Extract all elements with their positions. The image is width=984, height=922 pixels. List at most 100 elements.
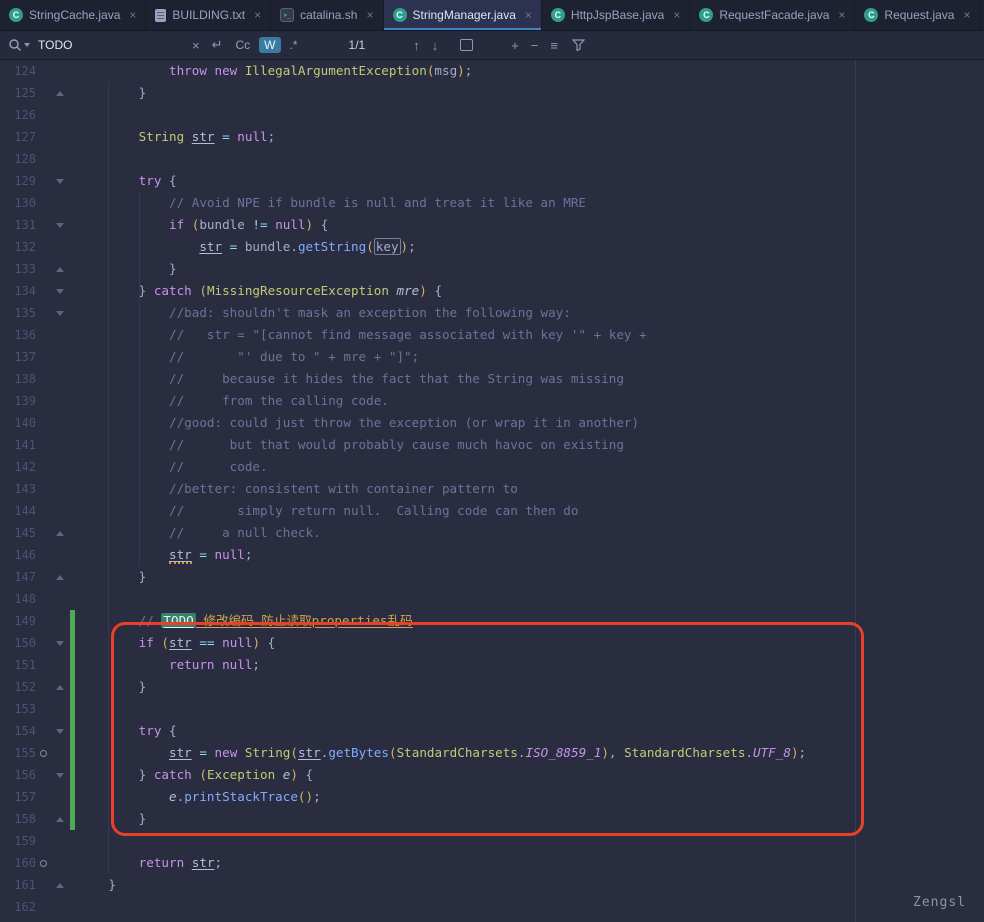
code-line-138[interactable]: 138 // because it hides the fact that th… — [0, 368, 984, 390]
tab-close-icon[interactable]: × — [366, 8, 373, 22]
tab-close-icon[interactable]: × — [129, 8, 136, 22]
code-line-155[interactable]: 155 str = new String(str.getBytes(Standa… — [0, 742, 984, 764]
code-line-145[interactable]: 145 // a null check. — [0, 522, 984, 544]
fold-end-icon[interactable] — [50, 808, 70, 830]
code-line-151[interactable]: 151 return null; — [0, 654, 984, 676]
fold-end-icon[interactable] — [50, 522, 70, 544]
code-line-147[interactable]: 147 } — [0, 566, 984, 588]
fold-slot — [50, 368, 70, 390]
token-p: ; — [215, 855, 223, 870]
fold-start-icon[interactable] — [50, 720, 70, 742]
tab-stringmanager-java[interactable]: CStringManager.java× — [384, 0, 542, 30]
code-line-161[interactable]: 161 } — [0, 874, 984, 896]
fold-start-icon[interactable] — [50, 302, 70, 324]
gutter-circle-slot — [36, 456, 50, 478]
code-line-146[interactable]: 146 str = null; — [0, 544, 984, 566]
code-line-162[interactable]: 162 — [0, 896, 984, 918]
tab-stringcache-java[interactable]: CStringCache.java× — [0, 0, 146, 30]
code-line-141[interactable]: 141 // but that would probably cause muc… — [0, 434, 984, 456]
tab-close-icon[interactable]: × — [254, 8, 261, 22]
code-line-126[interactable]: 126 — [0, 104, 984, 126]
remove-occurrence-icon[interactable]: − — [527, 38, 543, 53]
search-history-chevron-icon[interactable] — [24, 43, 30, 47]
code-line-131[interactable]: 131 if (bundle != null) { — [0, 214, 984, 236]
code-line-140[interactable]: 140 //good: could just throw the excepti… — [0, 412, 984, 434]
code-line-154[interactable]: 154 try { — [0, 720, 984, 742]
code-line-133[interactable]: 133 } — [0, 258, 984, 280]
fold-end-icon[interactable] — [50, 676, 70, 698]
code-line-127[interactable]: 127 String str = null; — [0, 126, 984, 148]
code-line-129[interactable]: 129 try { — [0, 170, 984, 192]
tab-close-icon[interactable]: × — [673, 8, 680, 22]
fold-start-icon[interactable] — [50, 214, 70, 236]
tab-building-txt[interactable]: BUILDING.txt× — [146, 0, 271, 30]
code-line-125[interactable]: 125 } — [0, 82, 984, 104]
code-line-158[interactable]: 158 } — [0, 808, 984, 830]
tab-httpjspbase-java[interactable]: CHttpJspBase.java× — [542, 0, 690, 30]
gutter-circle-slot — [36, 60, 50, 82]
code-line-132[interactable]: 132 str = bundle.getString(key); — [0, 236, 984, 258]
tab-catalina-sh[interactable]: >_catalina.sh× — [271, 0, 383, 30]
code-line-160[interactable]: 160 return str; — [0, 852, 984, 874]
newline-icon[interactable]: ↵ — [208, 37, 227, 53]
code-line-149[interactable]: 149 // TODO 修改编码 防止读取properties乱码 — [0, 610, 984, 632]
code-line-124[interactable]: 124 throw new IllegalArgumentException(m… — [0, 60, 984, 82]
fold-end-icon[interactable] — [50, 258, 70, 280]
code-line-148[interactable]: 148 — [0, 588, 984, 610]
tab-close-icon[interactable]: × — [963, 8, 970, 22]
code-line-150[interactable]: 150 if (str == null) { — [0, 632, 984, 654]
code-line-157[interactable]: 157 e.printStackTrace(); — [0, 786, 984, 808]
token-p: bundle — [199, 217, 252, 232]
code-line-135[interactable]: 135 //bad: shouldn't mask an exception t… — [0, 302, 984, 324]
add-occurrence-icon[interactable]: + — [507, 38, 523, 53]
code-area[interactable]: 124 throw new IllegalArgumentException(m… — [0, 60, 984, 918]
tab-close-icon[interactable]: × — [525, 8, 532, 22]
filter-icon[interactable] — [572, 39, 585, 51]
fold-end-icon[interactable] — [50, 566, 70, 588]
token-k: try — [139, 173, 169, 188]
code-line-136[interactable]: 136 // str = "[cannot find message assoc… — [0, 324, 984, 346]
toggle-regex[interactable]: .* — [285, 37, 303, 53]
tab-close-icon[interactable]: × — [838, 8, 845, 22]
tab-request-java[interactable]: CRequest.java× — [855, 0, 980, 30]
code-line-144[interactable]: 144 // simply return null. Calling code … — [0, 500, 984, 522]
token-c: // Avoid NPE if bundle is null and treat… — [169, 195, 586, 210]
gutter-circle-slot — [36, 148, 50, 170]
open-results-icon[interactable] — [460, 39, 473, 51]
code-line-159[interactable]: 159 — [0, 830, 984, 852]
toggle-match-case[interactable]: Cc — [231, 37, 256, 53]
tab-requestfacade-java[interactable]: CRequestFacade.java× — [690, 0, 855, 30]
select-all-occurrences-icon[interactable]: ≡ — [546, 38, 562, 53]
fold-end-icon[interactable] — [50, 874, 70, 896]
clear-search-icon[interactable]: × — [188, 38, 204, 53]
gutter-circle-slot — [36, 236, 50, 258]
code-line-139[interactable]: 139 // from the calling code. — [0, 390, 984, 412]
prev-occurrence-icon[interactable]: ↑ — [409, 38, 424, 53]
search-icon[interactable] — [8, 38, 30, 52]
code-line-134[interactable]: 134 } catch (MissingResourceException mr… — [0, 280, 984, 302]
fold-start-icon[interactable] — [50, 170, 70, 192]
line-number: 127 — [0, 126, 36, 148]
tab-mess[interactable]: CMess× — [980, 0, 984, 30]
fold-end-icon[interactable] — [50, 82, 70, 104]
code-line-152[interactable]: 152 } — [0, 676, 984, 698]
toggle-words[interactable]: W — [259, 37, 280, 53]
token-par: ) — [401, 239, 409, 254]
code-line-143[interactable]: 143 //better: consistent with container … — [0, 478, 984, 500]
code-line-130[interactable]: 130 // Avoid NPE if bundle is null and t… — [0, 192, 984, 214]
line-number: 146 — [0, 544, 36, 566]
code-line-153[interactable]: 153 — [0, 698, 984, 720]
fold-start-icon[interactable] — [50, 280, 70, 302]
code-line-128[interactable]: 128 — [0, 148, 984, 170]
search-input[interactable]: TODO — [38, 38, 184, 52]
token-p: ; — [245, 547, 253, 562]
code-line-137[interactable]: 137 // "' due to " + mre + "]"; — [0, 346, 984, 368]
token-k: null — [215, 547, 245, 562]
fold-start-icon[interactable] — [50, 764, 70, 786]
fold-start-icon[interactable] — [50, 632, 70, 654]
code-line-142[interactable]: 142 // code. — [0, 456, 984, 478]
code-text: str = bundle.getString(key); — [78, 236, 416, 258]
next-occurrence-icon[interactable]: ↓ — [428, 38, 443, 53]
code-line-156[interactable]: 156 } catch (Exception e) { — [0, 764, 984, 786]
line-number: 153 — [0, 698, 36, 720]
